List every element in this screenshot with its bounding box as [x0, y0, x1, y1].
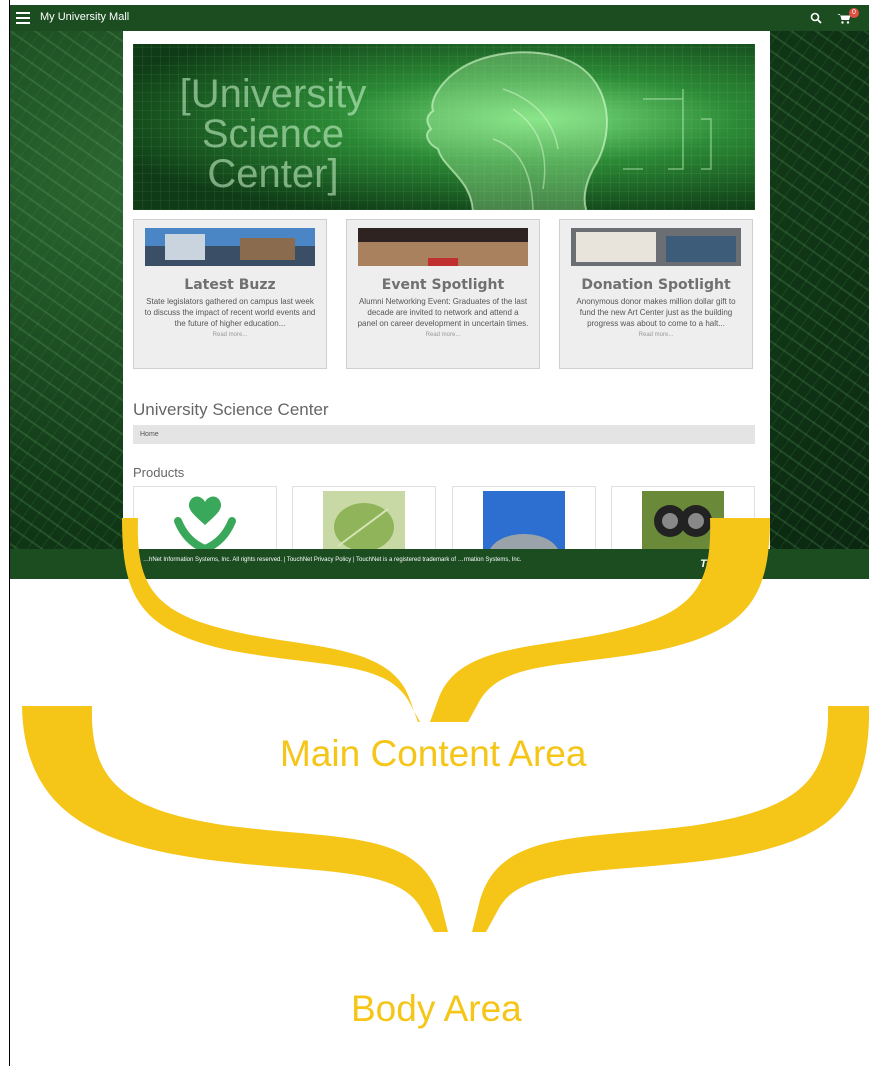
annotation-braces — [22, 518, 869, 932]
body-area-label: Body Area — [351, 988, 522, 1029]
main-content-area-label: Main Content Area — [280, 733, 587, 774]
main-content-brace — [122, 518, 770, 722]
